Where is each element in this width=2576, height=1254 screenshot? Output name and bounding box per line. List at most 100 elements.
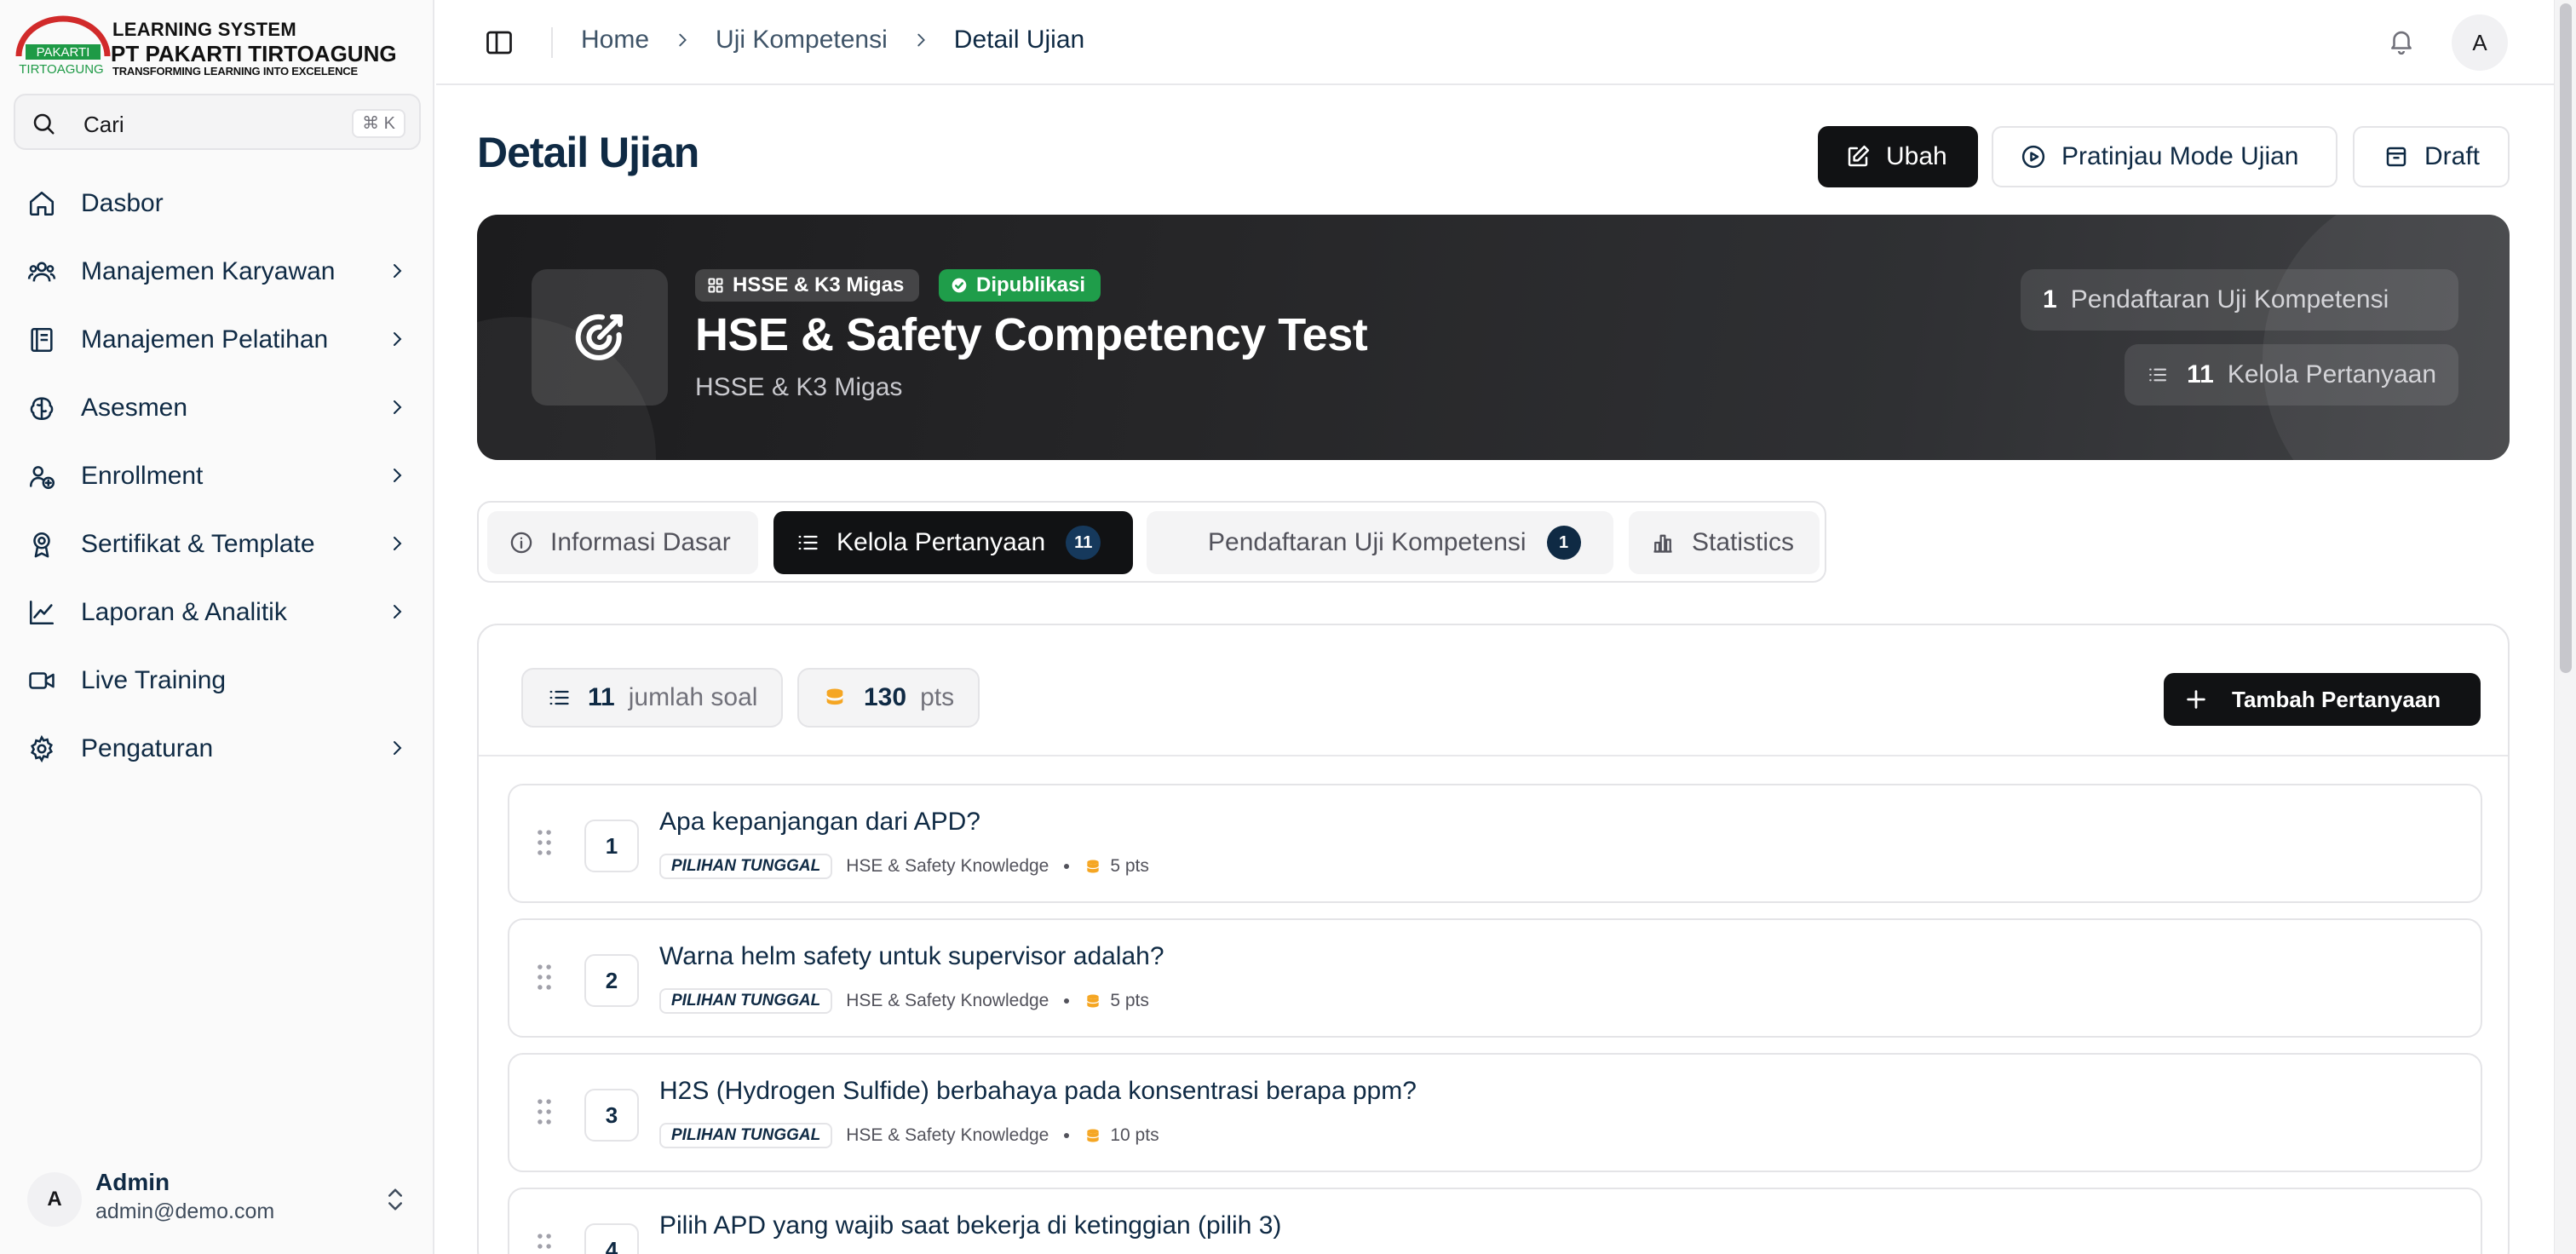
user-menu[interactable]: A Admin admin@demo.com	[14, 1165, 421, 1234]
question-card[interactable]: 1 Apa kepanjangan dari APD? PILIHAN TUNG…	[508, 784, 2482, 903]
add-question-label: Tambah Pertanyaan	[2232, 686, 2441, 712]
category-badge: HSSE & K3 Migas	[695, 269, 920, 302]
breadcrumb: Home Uji Kompetensi Detail Ujian	[581, 26, 1084, 55]
question-type-badge: PILIHAN TUNGGAL	[659, 854, 833, 879]
brain-icon	[30, 397, 54, 421]
sidebar-item-manajemen-pelatihan[interactable]: Manajemen Pelatihan	[14, 305, 421, 373]
question-points: 10 pts	[1084, 1125, 1159, 1146]
sidebar-item-label: Asesmen	[81, 394, 188, 422]
avatar: A	[27, 1172, 82, 1227]
draft-button[interactable]: Draft	[2353, 126, 2510, 187]
breadcrumb-home[interactable]: Home	[581, 26, 649, 55]
question-title: Apa kepanjangan dari APD?	[659, 808, 980, 836]
total-points-label: pts	[920, 683, 955, 711]
separator-dot	[1064, 998, 1070, 1004]
breadcrumb-uji-kompetensi[interactable]: Uji Kompetensi	[716, 26, 888, 55]
status-badge-label: Dipublikasi	[976, 273, 1086, 296]
status-badge: Dipublikasi	[939, 269, 1101, 302]
chevron-right-icon	[394, 400, 402, 414]
exam-icon-box	[532, 269, 668, 406]
sidebar-item-sertifikat-template[interactable]: Sertifikat & Template	[14, 509, 421, 578]
list-icon	[2149, 368, 2167, 382]
question-title: Warna helm safety untuk supervisor adala…	[659, 942, 1164, 970]
avatar[interactable]: A	[2452, 14, 2508, 71]
edit-icon	[1848, 145, 1870, 167]
sidebar-item-enrollment[interactable]: Enrollment	[14, 441, 421, 509]
tab-count-badge: 1	[1546, 526, 1581, 560]
divider	[551, 27, 553, 58]
question-count: 11	[588, 683, 615, 711]
sidebar-item-manajemen-karyawan[interactable]: Manajemen Karyawan	[14, 237, 421, 305]
preview-button-label: Pratinjau Mode Ujian	[2061, 142, 2299, 170]
exam-subtitle: HSSE & K3 Migas	[695, 373, 903, 401]
sidebar-item-label: Enrollment	[81, 462, 204, 490]
archive-icon	[2386, 147, 2406, 167]
tab-label: Pendaftaran Uji Kompetensi	[1208, 528, 1527, 556]
search-placeholder: Cari	[83, 112, 124, 137]
drag-handle-icon[interactable]	[535, 1232, 554, 1254]
drag-handle-icon[interactable]	[535, 963, 554, 992]
brand-logo[interactable]: PAKARTI TIRTOAGUNG LEARNING SYSTEM PT PA…	[14, 15, 397, 80]
question-number: 1	[584, 820, 639, 872]
brand-line3: TRANSFORMING LEARNING INTO EXCELENCE	[112, 65, 358, 78]
sidebar-toggle-icon[interactable]	[484, 27, 515, 58]
tab-count-badge: 11	[1066, 526, 1101, 560]
question-type-badge: PILIHAN TUNGGAL	[659, 988, 833, 1014]
enrollment-count: 1	[2043, 285, 2057, 314]
brand-line2: PT PAKARTI TIRTOAGUNG	[111, 41, 397, 66]
question-card[interactable]: 4 Pilih APD yang wajib saat bekerja di k…	[508, 1188, 2482, 1254]
exam-title: HSE & Safety Competency Test	[695, 309, 1368, 360]
question-points-label: 5 pts	[1110, 991, 1149, 1010]
check-circle-icon	[952, 278, 967, 293]
tab-list: Informasi Dasar Kelola Pertanyaan 11 Pen…	[477, 501, 1826, 583]
tab-pendaftaran-uji-kompetensi[interactable]: Pendaftaran Uji Kompetensi 1	[1147, 511, 1613, 574]
sidebar-item-pengaturan[interactable]: Pengaturan	[14, 714, 421, 782]
add-question-button[interactable]: Tambah Pertanyaan	[2164, 673, 2481, 726]
tab-statistics[interactable]: Statistics	[1629, 511, 1820, 574]
sidebar-nav: Dasbor Manajemen Karyawan Manajemen Pela…	[14, 169, 421, 782]
question-category: HSE & Safety Knowledge	[846, 1125, 1049, 1145]
edit-button[interactable]: Ubah	[1818, 126, 1978, 187]
tab-kelola-pertanyaan[interactable]: Kelola Pertanyaan 11	[773, 511, 1133, 574]
question-number: 2	[584, 954, 639, 1007]
questions-stat: 11 Kelola Pertanyaan	[2125, 344, 2458, 406]
search-icon	[33, 113, 55, 135]
bell-icon[interactable]	[2387, 26, 2416, 56]
sidebar-item-dasbor[interactable]: Dasbor	[14, 169, 421, 237]
gear-icon	[30, 734, 54, 763]
chevron-right-icon	[394, 264, 402, 278]
sidebar-item-label: Live Training	[81, 666, 227, 694]
coins-icon	[825, 688, 844, 705]
drag-handle-icon[interactable]	[535, 828, 554, 857]
question-meta: PILIHAN TUNGGAL HSE & Safety Knowledge 1…	[659, 1123, 1159, 1148]
tab-informasi-dasar[interactable]: Informasi Dasar	[487, 511, 758, 574]
edit-button-label: Ubah	[1886, 142, 1947, 170]
question-card[interactable]: 3 H2S (Hydrogen Sulfide) berbahaya pada …	[508, 1053, 2482, 1172]
question-points: 5 pts	[1084, 856, 1149, 877]
separator-dot	[1064, 1133, 1070, 1138]
sidebar-item-label: Laporan & Analitik	[81, 598, 287, 626]
search-input[interactable]: Cari ⌘ K	[14, 94, 421, 150]
question-points: 5 pts	[1084, 991, 1149, 1011]
home-icon	[29, 191, 55, 216]
scrollbar[interactable]	[2554, 0, 2576, 1254]
info-icon	[510, 532, 532, 554]
list-icon	[549, 690, 569, 705]
sidebar-item-live-training[interactable]: Live Training	[14, 646, 421, 714]
preview-exam-button[interactable]: Pratinjau Mode Ujian	[1992, 126, 2337, 187]
question-card[interactable]: 2 Warna helm safety untuk supervisor ada…	[508, 918, 2482, 1038]
drag-handle-icon[interactable]	[535, 1097, 554, 1126]
sidebar-item-label: Manajemen Karyawan	[81, 257, 336, 285]
coins-icon	[1087, 1129, 1100, 1142]
question-count-badge: 11 jumlah soal	[521, 668, 784, 728]
chevron-right-icon	[394, 741, 402, 755]
sidebar-item-asesmen[interactable]: Asesmen	[14, 373, 421, 441]
logo-mark-bottom: TIRTOAGUNG	[19, 62, 103, 77]
enrollment-stat: 1 Pendaftaran Uji Kompetensi	[2021, 269, 2458, 331]
question-number: 4	[584, 1223, 639, 1254]
book-icon	[31, 327, 53, 353]
scrollbar-thumb[interactable]	[2560, 3, 2572, 673]
sidebar-item-laporan-analitik[interactable]: Laporan & Analitik	[14, 578, 421, 646]
tab-label: Kelola Pertanyaan	[837, 528, 1046, 556]
tab-label: Statistics	[1692, 528, 1795, 556]
